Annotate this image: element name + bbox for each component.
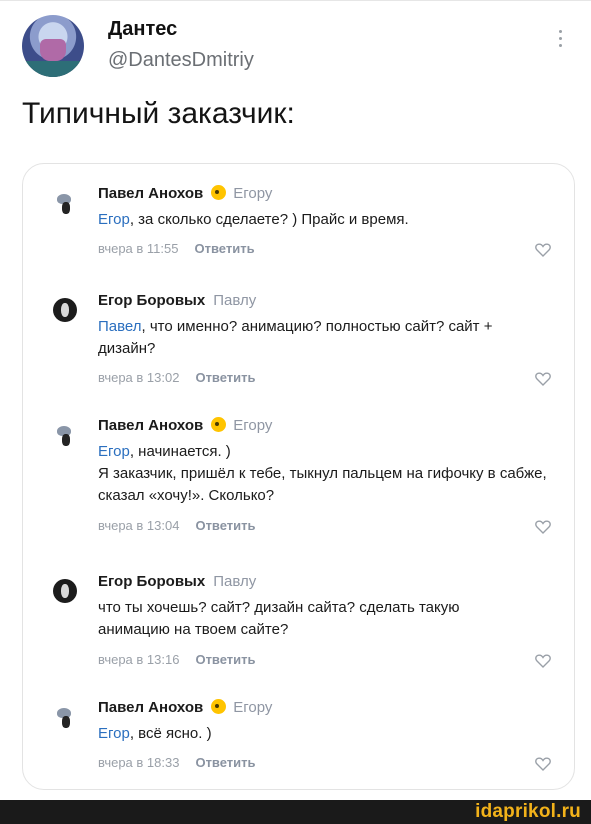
heart-outline-icon[interactable] bbox=[535, 243, 551, 257]
comment-text-body: , за сколько сделаете? ) Прайс и время. bbox=[129, 211, 409, 228]
watermark-text: idaprikol.ru bbox=[475, 801, 581, 822]
reply-button[interactable]: Ответить bbox=[194, 241, 254, 256]
mention-link[interactable]: Егор bbox=[98, 725, 130, 742]
comment-text: что ты хочешь? сайт? дизайн сайта? сдела… bbox=[98, 597, 518, 641]
avatar-figure bbox=[40, 39, 66, 61]
comment-text-body: , всё ясно. ) bbox=[129, 725, 212, 742]
reply-button[interactable]: Ответить bbox=[195, 370, 255, 385]
comment-time[interactable]: вчера в 13:04 bbox=[98, 518, 179, 533]
reply-button[interactable]: Ответить bbox=[195, 755, 255, 770]
comment-text-body: что ты хочешь? сайт? дизайн сайта? сдела… bbox=[98, 599, 460, 638]
author-avatar[interactable] bbox=[22, 15, 84, 77]
commenter-avatar[interactable] bbox=[53, 298, 77, 322]
mention-link[interactable]: Егор bbox=[98, 443, 130, 460]
reply-to-name[interactable]: Егору bbox=[233, 699, 272, 716]
reply-button[interactable]: Ответить bbox=[195, 652, 255, 667]
top-divider bbox=[0, 0, 591, 1]
comment-text-body: , что именно? анимацию? полностью сайт? … bbox=[98, 318, 493, 357]
comment-author[interactable]: Егор Боровых bbox=[98, 573, 205, 590]
tweet-text: Типичный заказчик: bbox=[22, 97, 295, 130]
comment-header: Павел Анохов Егору bbox=[98, 699, 272, 716]
more-options-icon[interactable] bbox=[555, 30, 565, 51]
heart-outline-icon[interactable] bbox=[535, 654, 551, 668]
reply-to-name[interactable]: Павлу bbox=[213, 573, 256, 590]
comment-meta: вчера в 13:02 Ответить bbox=[98, 370, 256, 385]
heart-outline-icon[interactable] bbox=[535, 757, 551, 771]
comment-author[interactable]: Павел Анохов bbox=[98, 417, 203, 434]
comment-text: Павел, что именно? анимацию? полностью с… bbox=[98, 316, 548, 360]
comment-header: Егор Боровых Павлу bbox=[98, 573, 256, 590]
comment-meta: вчера в 11:55 Ответить bbox=[98, 241, 255, 256]
author-name[interactable]: Дантес bbox=[108, 18, 177, 41]
comment-time[interactable]: вчера в 13:02 bbox=[98, 370, 179, 385]
mention-link[interactable]: Егор bbox=[98, 211, 130, 228]
avatar-background bbox=[22, 61, 84, 77]
reply-button[interactable]: Ответить bbox=[195, 518, 255, 533]
comment-text-body: , начинается. ) bbox=[129, 443, 231, 460]
comment-text-extra: Я заказчик, пришёл к тебе, тыкнул пальце… bbox=[98, 465, 547, 504]
comment-text: Егор, за сколько сделаете? ) Прайс и вре… bbox=[98, 209, 548, 231]
comment-time[interactable]: вчера в 13:16 bbox=[98, 652, 179, 667]
heart-outline-icon[interactable] bbox=[535, 372, 551, 386]
comment-text: Егор, всё ясно. ) bbox=[98, 723, 548, 745]
commenter-avatar[interactable] bbox=[53, 423, 77, 447]
comment-meta: вчера в 13:16 Ответить bbox=[98, 652, 256, 667]
commenter-avatar[interactable] bbox=[53, 705, 77, 729]
comment-author[interactable]: Павел Анохов bbox=[98, 185, 203, 202]
emoji-badge-icon bbox=[211, 417, 227, 432]
comment-text: Егор, начинается. ) Я заказчик, пришёл к… bbox=[98, 441, 548, 507]
comment-header: Егор Боровых Павлу bbox=[98, 292, 256, 309]
comment-header: Павел Анохов Егору bbox=[98, 185, 272, 202]
emoji-badge-icon bbox=[211, 699, 227, 714]
comment-time[interactable]: вчера в 18:33 bbox=[98, 755, 179, 770]
commenter-avatar[interactable] bbox=[53, 579, 77, 603]
heart-outline-icon[interactable] bbox=[535, 520, 551, 534]
comments-card: Павел Анохов Егору Егор, за сколько сдела… bbox=[22, 163, 575, 790]
comment-time[interactable]: вчера в 11:55 bbox=[98, 241, 178, 256]
emoji-badge-icon bbox=[211, 185, 227, 200]
comment-meta: вчера в 13:04 Ответить bbox=[98, 518, 256, 533]
comment-header: Павел Анохов Егору bbox=[98, 417, 272, 434]
comment-meta: вчера в 18:33 Ответить bbox=[98, 755, 256, 770]
author-handle[interactable]: @DantesDmitriy bbox=[108, 49, 254, 72]
comment-author[interactable]: Егор Боровых bbox=[98, 292, 205, 309]
reply-to-name[interactable]: Павлу bbox=[213, 292, 256, 309]
watermark-bar: idaprikol.ru bbox=[0, 800, 591, 824]
reply-to-name[interactable]: Егору bbox=[233, 417, 272, 434]
reply-to-name[interactable]: Егору bbox=[233, 185, 272, 202]
comment-author[interactable]: Павел Анохов bbox=[98, 699, 203, 716]
mention-link[interactable]: Павел bbox=[98, 318, 142, 335]
commenter-avatar[interactable] bbox=[53, 191, 77, 215]
